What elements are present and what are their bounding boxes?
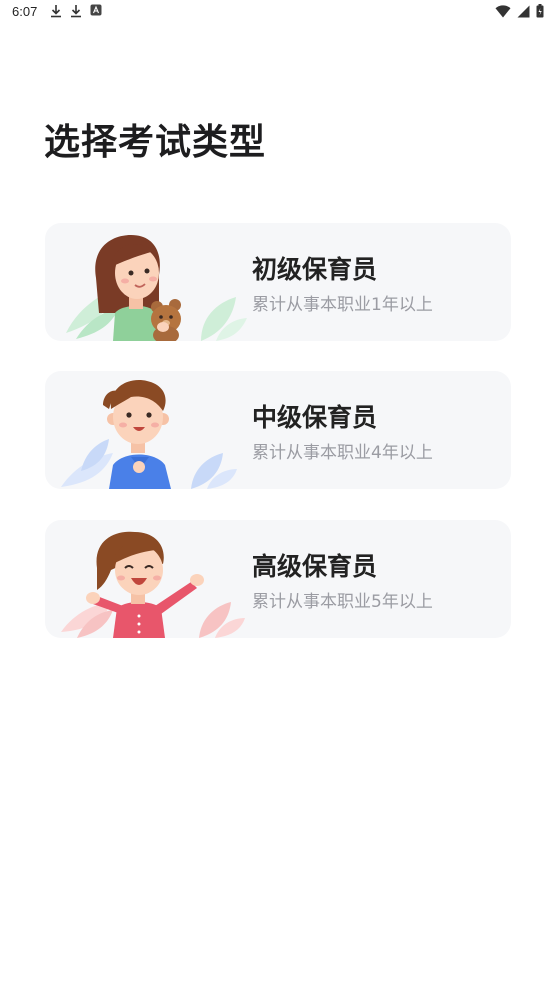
girl-teddy-illustration [66, 235, 247, 341]
exam-type-title: 高级保育员 [252, 552, 378, 581]
exam-type-subtitle: 累计从事本职业5年以上 [252, 592, 433, 612]
app-notification-icon [90, 4, 102, 18]
status-notification-icons [50, 4, 102, 18]
exam-type-subtitle: 累计从事本职业4年以上 [252, 443, 433, 463]
exam-type-card-junior[interactable]: 初级保育员 累计从事本职业1年以上 [45, 223, 511, 341]
download-icon [70, 4, 82, 18]
girl-pink-illustration [61, 531, 245, 638]
exam-type-card-intermediate[interactable]: 中级保育员 累计从事本职业4年以上 [45, 371, 511, 489]
status-bar: 6:07 [0, 0, 556, 24]
download-icon [50, 4, 62, 18]
battery-icon [536, 4, 544, 18]
status-time: 6:07 [12, 4, 38, 19]
boy-blue-illustration [61, 380, 237, 489]
exam-type-title: 中级保育员 [252, 403, 378, 432]
status-system-icons [495, 4, 544, 18]
signal-icon [517, 5, 530, 18]
page-title: 选择考试类型 [44, 122, 267, 163]
wifi-icon [495, 4, 511, 18]
exam-type-title: 初级保育员 [252, 255, 378, 284]
exam-type-card-senior[interactable]: 高级保育员 累计从事本职业5年以上 [45, 520, 511, 638]
exam-type-subtitle: 累计从事本职业1年以上 [252, 295, 433, 315]
